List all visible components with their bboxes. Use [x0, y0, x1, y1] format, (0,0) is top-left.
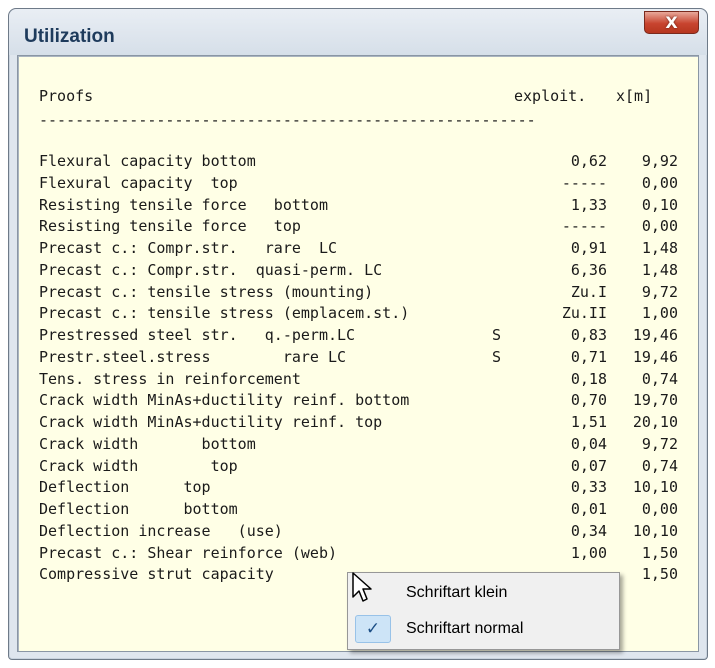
row-x: 9,72 — [641, 282, 678, 301]
row-exploit: 6,36 — [570, 260, 607, 279]
header-separator: ----------------------------------------… — [39, 111, 536, 129]
row-x: 1,48 — [641, 260, 678, 279]
table-row: Crack width top 0,07 0,74 — [39, 457, 679, 479]
table-row: Precast c.: tensile stress (emplacem.st.… — [39, 304, 679, 326]
header-proofs: Proofs — [39, 87, 94, 105]
row-label: Deflection bottom — [39, 500, 238, 518]
row-x: 0,00 — [641, 173, 678, 192]
row-x: 19,70 — [632, 391, 678, 410]
table-row: Crack width MinAs+ductility reinf. botto… — [39, 391, 679, 413]
table-row: Precast c.: Compr.str. rare LC 0,91 1,48 — [39, 239, 679, 261]
table-header: Proofs exploit. x[m] — [39, 87, 679, 107]
row-x: 1,50 — [641, 543, 678, 562]
menu-item-label: Schriftart normal — [406, 620, 524, 637]
row-flag: S — [492, 326, 502, 344]
table-row: Precast c.: Shear reinforce (web) 1,00 1,5… — [39, 544, 679, 566]
table-row: Tens. stress in reinforcement 0,18 0,74 — [39, 370, 679, 392]
row-x: 19,46 — [632, 326, 678, 344]
table-row: Resisting tensile force top ----- 0,00 — [39, 217, 679, 239]
header-exploit: exploit. — [514, 87, 587, 105]
row-exploit: 0,07 — [570, 456, 607, 475]
row-x: 20,10 — [632, 413, 678, 431]
row-x: 1,00 — [641, 304, 678, 323]
close-button[interactable]: X — [644, 11, 699, 34]
checkmark-icon: ✓ — [355, 615, 391, 643]
row-x: 0,74 — [641, 369, 678, 388]
row-label: Resisting tensile force top — [39, 217, 301, 236]
close-icon: X — [665, 13, 678, 32]
row-x: 1,48 — [641, 239, 678, 257]
row-flag: S — [492, 347, 502, 366]
row-x: 1,50 — [641, 565, 678, 584]
row-x: 0,10 — [641, 195, 678, 214]
row-exploit: 0,33 — [570, 478, 607, 497]
row-exploit: 0,62 — [570, 152, 607, 170]
row-label: Resisting tensile force bottom — [39, 195, 328, 214]
row-exploit: 0,04 — [570, 434, 607, 453]
row-x: 9,92 — [641, 152, 678, 170]
row-label: Crack width MinAs+ductility reinf. botto… — [39, 391, 410, 410]
row-x: 0,00 — [641, 217, 678, 236]
row-exploit: 1,00 — [570, 543, 607, 562]
row-label: Deflection top — [39, 478, 211, 497]
table-row: Flexural capacity top ----- 0,00 — [39, 174, 679, 196]
mouse-pointer-icon — [352, 572, 372, 602]
row-exploit: 1,51 — [570, 413, 607, 431]
utilization-window: Utilization X Proofs exploit. x[m] -----… — [8, 8, 708, 660]
row-exploit: 0,34 — [570, 521, 607, 540]
menu-item-font-small[interactable]: Schriftart klein — [350, 577, 617, 609]
utilization-report: Proofs exploit. x[m] -------------------… — [17, 55, 699, 652]
row-label: Compressive strut capacity — [39, 565, 274, 584]
table-row: Flexural capacity bottom 0,62 9,92 — [39, 152, 679, 174]
row-label: Crack width MinAs+ductility reinf. top — [39, 413, 383, 431]
row-label: Precast c.: tensile stress (emplacem.st.… — [39, 304, 410, 323]
row-label: Tens. stress in reinforcement — [39, 369, 301, 388]
row-label: Precast c.: Shear reinforce (web) — [39, 543, 338, 562]
table-row: Crack width MinAs+ductility reinf. top 1,… — [39, 413, 679, 435]
row-exploit: Zu.I — [570, 282, 607, 301]
row-x: 9,72 — [641, 434, 678, 453]
row-x: 0,74 — [641, 456, 678, 475]
proof-rows: Flexural capacity bottom 0,62 9,92 Flexural… — [39, 152, 679, 587]
row-exploit: ----- — [561, 173, 607, 192]
row-x: 19,46 — [632, 347, 678, 366]
row-x: 0,00 — [641, 500, 678, 518]
row-label: Precast c.: Compr.str. rare LC — [39, 239, 338, 257]
row-label: Prestr.steel.stress rare LC — [39, 347, 347, 366]
row-x: 10,10 — [632, 521, 678, 540]
row-label: Crack width bottom — [39, 434, 256, 453]
row-exploit: 0,70 — [570, 391, 607, 410]
row-exploit: 0,01 — [570, 500, 607, 518]
window-title: Utilization — [24, 26, 115, 47]
row-exploit: Zu.II — [561, 304, 607, 323]
table-row: Prestr.steel.stress rare LC S 0,71 19,46 — [39, 348, 679, 370]
row-label: Precast c.: tensile stress (mounting) — [39, 282, 374, 301]
row-exploit: 0,18 — [570, 369, 607, 388]
row-exploit: ----- — [561, 217, 607, 236]
table-row: Deflection top 0,33 10,10 — [39, 478, 679, 500]
context-menu: Schriftart klein ✓ Schriftart normal — [347, 572, 620, 650]
row-exploit: 0,91 — [570, 239, 607, 257]
row-label: Precast c.: Compr.str. quasi-perm. LC — [39, 260, 383, 279]
row-exploit: 0,71 — [570, 347, 607, 366]
table-row: Crack width bottom 0,04 9,72 — [39, 435, 679, 457]
row-label: Crack width top — [39, 456, 238, 475]
title-bar[interactable]: Utilization X — [9, 9, 707, 55]
row-exploit: 0,83 — [570, 326, 607, 344]
table-row: Precast c.: tensile stress (mounting) Zu.… — [39, 283, 679, 305]
menu-item-font-normal[interactable]: ✓ Schriftart normal — [350, 613, 617, 645]
menu-item-label: Schriftart klein — [406, 584, 508, 601]
table-row: Deflection bottom 0,01 0,00 — [39, 500, 679, 522]
row-label: Flexural capacity top — [39, 173, 238, 192]
table-row: Prestressed steel str. q.-perm.LC S 0,83 19… — [39, 326, 679, 348]
row-x: 10,10 — [632, 478, 678, 497]
row-label: Flexural capacity bottom — [39, 152, 256, 170]
row-label: Deflection increase (use) — [39, 521, 283, 540]
row-exploit: 1,33 — [570, 195, 607, 214]
table-row: Resisting tensile force bottom 1,33 0,10 — [39, 196, 679, 218]
row-label: Prestressed steel str. q.-perm.LC — [39, 326, 356, 344]
table-row: Precast c.: Compr.str. quasi-perm. LC 6,3… — [39, 261, 679, 283]
table-row: Deflection increase (use) 0,34 10,10 — [39, 522, 679, 544]
header-x: x[m] — [616, 87, 653, 105]
